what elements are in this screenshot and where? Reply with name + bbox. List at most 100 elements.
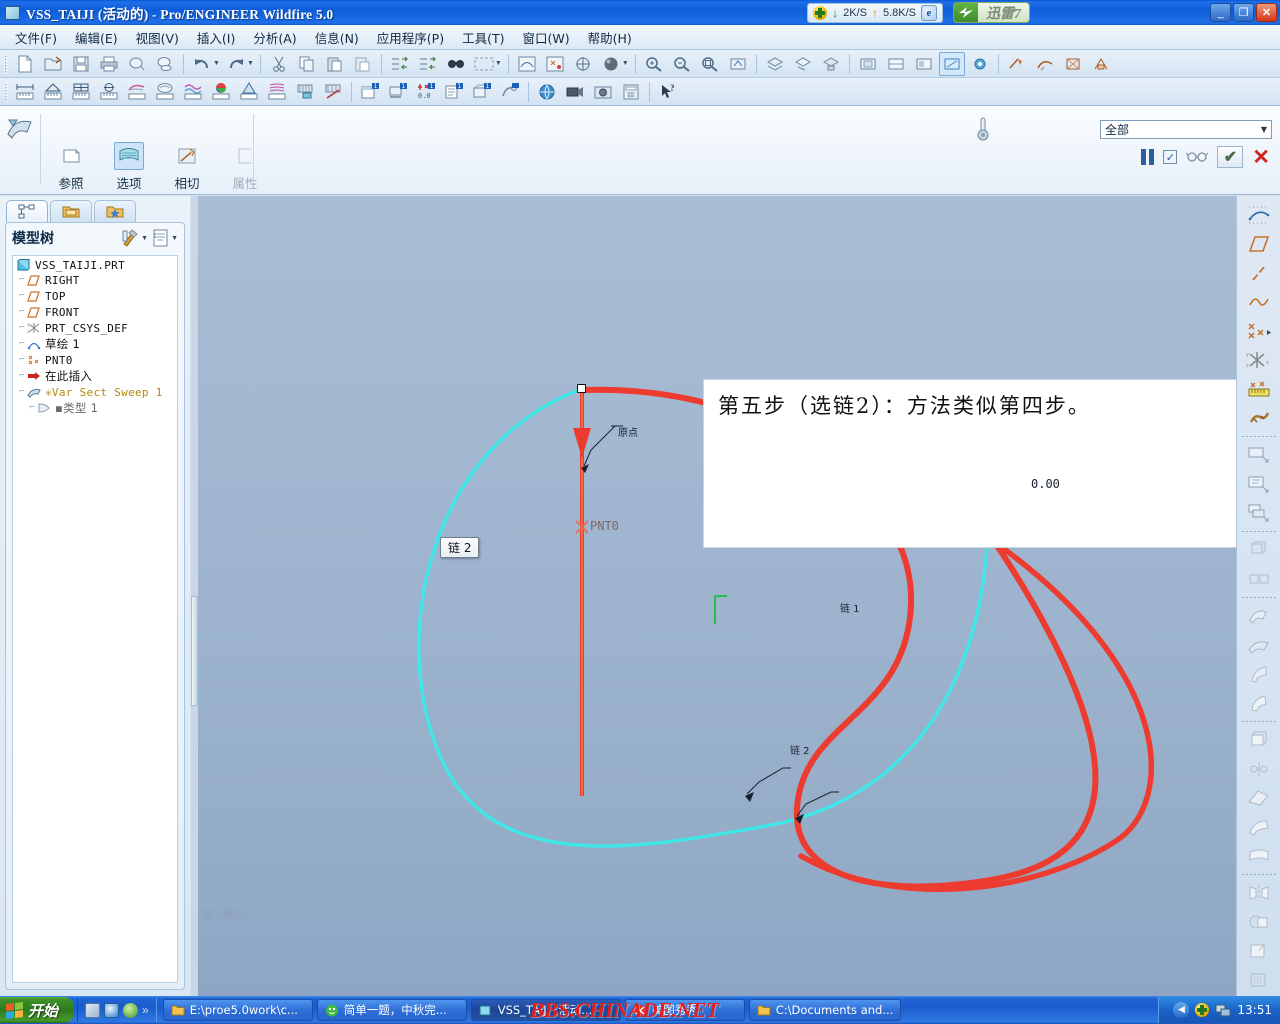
taskbar-item-documents[interactable]: C:\Documents and...	[749, 999, 902, 1021]
merge-icon[interactable]	[1243, 908, 1275, 936]
extrude-sketch-icon[interactable]	[1243, 441, 1275, 469]
redo-icon[interactable]	[223, 52, 249, 76]
reorient-icon[interactable]	[725, 52, 751, 76]
color-map-icon[interactable]	[208, 80, 234, 104]
blend-icon[interactable]	[1243, 660, 1275, 688]
thunder-tray-icon[interactable]	[1195, 1003, 1209, 1017]
analysis-datum-icon[interactable]	[1243, 375, 1275, 403]
datum-curve-icon[interactable]	[1243, 288, 1275, 316]
hole-icon[interactable]	[1243, 726, 1275, 754]
layer-state-icon[interactable]	[1243, 499, 1275, 527]
measure-icon[interactable]	[1004, 52, 1030, 76]
window-copy-icon[interactable]: 1	[385, 80, 411, 104]
menu-file[interactable]: 文件(F)	[6, 25, 66, 50]
view-manager-icon[interactable]	[790, 52, 816, 76]
maximize-button[interactable]: ❐	[1233, 3, 1254, 22]
menu-applications[interactable]: 应用程序(P)	[368, 25, 453, 50]
regenerate-all-icon[interactable]	[415, 52, 441, 76]
paste-special-icon[interactable]	[350, 52, 376, 76]
dim-display-icon[interactable]: 0.01	[413, 80, 439, 104]
fill-icon[interactable]	[1243, 966, 1275, 994]
network-speed-widget[interactable]: ↓ 2K/S ↑ 5.8K/S e	[807, 3, 943, 23]
messenger-icon[interactable]	[123, 1003, 138, 1018]
thermometer-icon[interactable]	[975, 116, 991, 140]
appearance-icon[interactable]	[818, 52, 844, 76]
spinner-icon[interactable]	[497, 80, 523, 104]
chevron-down-icon[interactable]: ▼	[141, 235, 148, 242]
zoom-out-icon[interactable]	[669, 52, 695, 76]
tab-tangent[interactable]: 相切	[162, 142, 212, 192]
saved-views-icon[interactable]	[883, 52, 909, 76]
accept-button[interactable]: ✔	[1217, 146, 1243, 168]
tree-node-type[interactable]: ⌐ ▪类型 1	[13, 400, 177, 416]
tray-expand-icon[interactable]: ◀	[1173, 1002, 1189, 1018]
sketch-display-icon[interactable]	[514, 52, 540, 76]
menu-analysis[interactable]: 分析(A)	[244, 25, 305, 50]
save-icon[interactable]	[68, 52, 94, 76]
network-tray-icon[interactable]	[1215, 1003, 1231, 1017]
linear-dim-icon[interactable]	[12, 80, 38, 104]
toolbar-grip-2[interactable]	[3, 82, 8, 102]
select-icon[interactable]	[471, 52, 497, 76]
media-player-icon[interactable]	[85, 1003, 100, 1018]
web-icon[interactable]	[534, 80, 560, 104]
mirror-icon[interactable]	[1243, 879, 1275, 907]
clock[interactable]: 13:51	[1237, 1003, 1272, 1017]
round-icon[interactable]	[1243, 842, 1275, 870]
note-display-icon[interactable]: 1	[441, 80, 467, 104]
coord-system-icon[interactable]: yzx	[1243, 346, 1275, 374]
graphics-viewport[interactable]: 第五步（选链2）：方法类似第四步。 原点 PNT0 链 1 链 2 0.00 链…	[191, 196, 1236, 996]
curve-analysis-icon[interactable]	[1032, 52, 1058, 76]
browser-icon[interactable]	[104, 1003, 119, 1018]
menu-tools[interactable]: 工具(T)	[453, 25, 513, 50]
taskbar-item-explorer[interactable]: E:\proe5.0work\c...	[163, 999, 313, 1021]
projector-icon[interactable]	[562, 80, 588, 104]
angular-dim-icon[interactable]	[40, 80, 66, 104]
tree-node-datum-top[interactable]: ⌐ TOP	[13, 288, 177, 304]
tree-node-part[interactable]: VSS_TAIJI.PRT	[13, 256, 177, 272]
surface-analysis-icon[interactable]	[124, 80, 150, 104]
filter-dropdown[interactable]: 全部 ▼	[1100, 120, 1272, 139]
datum-ref-icon[interactable]	[1243, 404, 1275, 432]
menu-edit[interactable]: 编辑(E)	[66, 25, 127, 50]
close-button[interactable]: ✕	[1256, 3, 1277, 22]
menu-help[interactable]: 帮助(H)	[579, 25, 641, 50]
menu-info[interactable]: 信息(N)	[306, 25, 368, 50]
tree-node-sketch[interactable]: ⌐ 草绘 1	[13, 336, 177, 352]
tree-node-insert-here[interactable]: ⌐ 在此插入	[13, 368, 177, 384]
draft-icon[interactable]	[1243, 813, 1275, 841]
shade-dropdown-caret-icon[interactable]: ▼	[622, 60, 629, 67]
menu-window[interactable]: 窗口(W)	[513, 25, 578, 50]
taskbar-item-meitu[interactable]: 美图秀秀	[625, 999, 745, 1021]
favorites-tab[interactable]	[94, 200, 136, 222]
zoom-in-icon[interactable]	[641, 52, 667, 76]
thunder-widget[interactable]: 迅雷7	[953, 2, 1030, 23]
taskbar-item-qq[interactable]: 简单一题，中秋完...	[317, 999, 467, 1021]
sweep-icon[interactable]	[1243, 631, 1275, 659]
annotation-icon[interactable]	[1243, 470, 1275, 498]
open-folder-icon[interactable]	[40, 52, 66, 76]
camera-icon[interactable]	[590, 80, 616, 104]
cut-icon[interactable]	[266, 52, 292, 76]
pause-button[interactable]	[1141, 149, 1154, 165]
glasses-icon[interactable]	[1186, 151, 1208, 163]
model-tree-tab[interactable]	[6, 200, 48, 222]
more-icon[interactable]: »	[142, 1003, 149, 1017]
regenerate-icon[interactable]	[387, 52, 413, 76]
email-icon[interactable]	[124, 52, 150, 76]
copy-icon[interactable]	[294, 52, 320, 76]
thickness-icon[interactable]	[292, 80, 318, 104]
send-to-icon[interactable]	[152, 52, 178, 76]
window-new-icon[interactable]: 1	[357, 80, 383, 104]
browser-icon[interactable]: e	[921, 5, 937, 21]
taskbar-item-proengineer[interactable]: VSS_TAIJI (活动...	[471, 999, 621, 1021]
redo-dropdown-caret-icon[interactable]: ▼	[247, 60, 254, 67]
tab-options[interactable]: 选项	[104, 142, 154, 192]
layer-display-icon[interactable]: 1	[469, 80, 495, 104]
datum-point-icon[interactable]	[1243, 317, 1275, 345]
standard-orientation-icon[interactable]	[855, 52, 881, 76]
axis-display-icon[interactable]	[570, 52, 596, 76]
cross-section-icon[interactable]	[1060, 52, 1086, 76]
diameter-dim-icon[interactable]	[96, 80, 122, 104]
datum-point-display-icon[interactable]	[542, 52, 568, 76]
